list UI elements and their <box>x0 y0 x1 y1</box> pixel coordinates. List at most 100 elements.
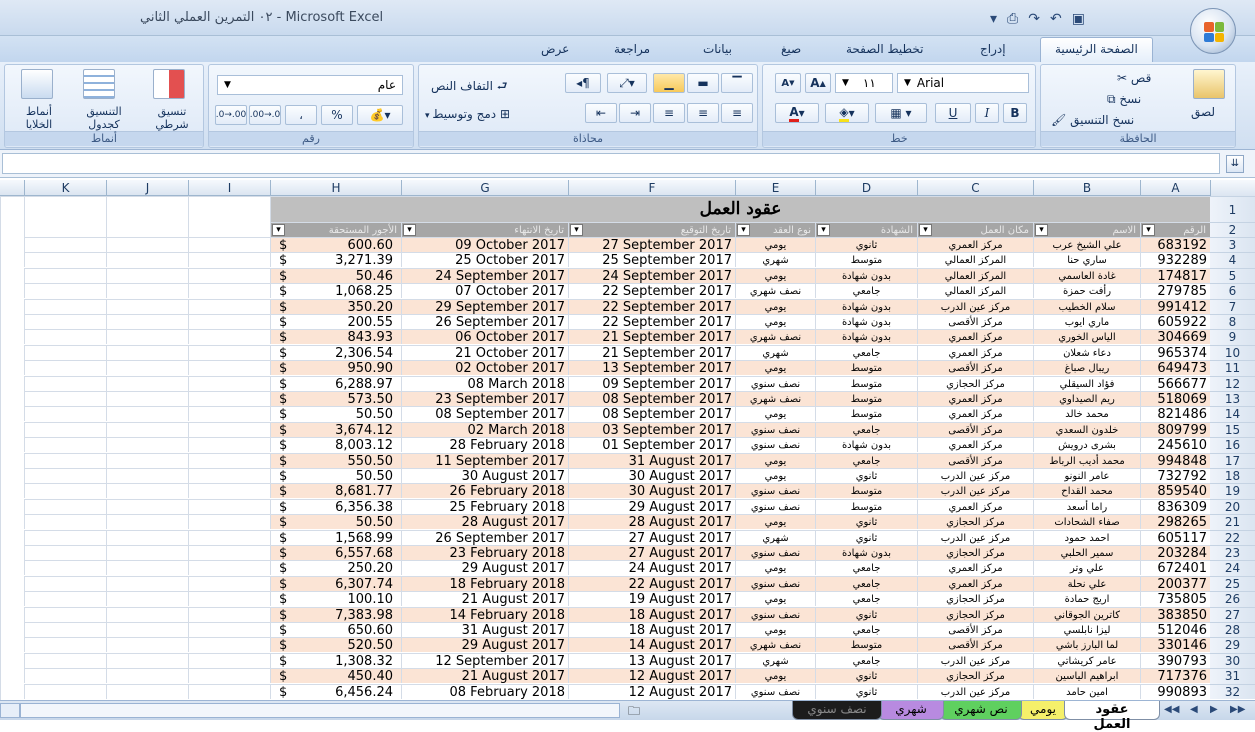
empty-cell[interactable] <box>106 483 188 499</box>
empty-cell[interactable] <box>188 452 270 468</box>
cell-place[interactable]: مركز عين الدرب <box>917 652 1033 668</box>
cell-type[interactable]: نصف سنوي <box>735 421 815 437</box>
cell-styles-button[interactable]: أنماط الخلايا <box>13 105 65 131</box>
column-header-k[interactable]: K <box>24 180 106 196</box>
cell-degree[interactable]: جامعي <box>815 560 917 576</box>
cell-place[interactable]: مركز الحجازي <box>917 606 1033 622</box>
cell-place[interactable]: مركز عين الدرب <box>917 468 1033 483</box>
filter-dropdown-icon[interactable]: ▾ <box>737 224 750 236</box>
cell-type[interactable]: نصف سنوي <box>735 375 815 391</box>
cell-id[interactable]: 200377 <box>1140 575 1210 591</box>
empty-cell[interactable] <box>106 514 188 530</box>
cell-pay[interactable]: $1,068.25 <box>270 283 401 299</box>
font-color-button[interactable]: A ▾ <box>775 103 819 123</box>
row-header[interactable]: 5 <box>1210 267 1255 284</box>
cell-sign[interactable]: 27 August 2017 <box>568 545 735 560</box>
cell-sign[interactable]: 09 September 2017 <box>568 375 735 391</box>
empty-cell[interactable] <box>106 437 188 453</box>
cell-type[interactable]: نصف سنوي <box>735 545 815 560</box>
empty-cell[interactable] <box>188 498 270 514</box>
cell-place[interactable]: مركز عين الدرب <box>917 529 1033 545</box>
cell-end[interactable]: 23 February 2018 <box>401 545 568 560</box>
cell-sign[interactable]: 24 August 2017 <box>568 560 735 576</box>
cell-name[interactable]: سمير الحلبي <box>1033 545 1140 560</box>
save-icon[interactable]: ▣ <box>1072 11 1085 27</box>
empty-cell[interactable] <box>24 344 106 360</box>
empty-cell[interactable] <box>188 283 270 299</box>
cell-place[interactable]: مركز الحجازي <box>917 591 1033 607</box>
cell-degree[interactable]: متوسط <box>815 637 917 653</box>
align-bottom-button[interactable]: ▁ <box>653 73 685 93</box>
cell-pay[interactable]: $50.50 <box>270 468 401 483</box>
empty-cell[interactable] <box>188 252 270 268</box>
tab-review[interactable]: مراجعة <box>614 42 650 56</box>
cell-end[interactable]: 21 October 2017 <box>401 344 568 360</box>
last-sheet-icon[interactable]: ◀◀ <box>1164 704 1179 715</box>
cell-end[interactable]: 18 February 2018 <box>401 575 568 591</box>
cell-sign[interactable]: 30 August 2017 <box>568 468 735 483</box>
cell-degree[interactable]: جامعي <box>815 591 917 607</box>
cell-type[interactable]: نصف شهري <box>735 637 815 653</box>
cell-sign[interactable]: 22 September 2017 <box>568 283 735 299</box>
empty-cell[interactable] <box>24 329 106 345</box>
borders-button[interactable]: ▦ ▾ <box>875 103 927 123</box>
cell-end[interactable]: 06 October 2017 <box>401 329 568 345</box>
cell-end[interactable]: 28 February 2018 <box>401 437 568 453</box>
align-top-button[interactable]: ▔ <box>721 73 753 93</box>
copy-button[interactable]: ⧉ نسخ <box>1107 92 1141 107</box>
italic-button[interactable]: I <box>975 103 999 123</box>
tab-page-layout[interactable]: تخطيط الصفحة <box>846 42 923 56</box>
cell-sign[interactable]: 30 August 2017 <box>568 483 735 499</box>
cell-pay[interactable]: $250.20 <box>270 560 401 576</box>
empty-cell[interactable] <box>106 283 188 299</box>
cell-pay[interactable]: $6,456.24 <box>270 683 401 699</box>
cell-type[interactable]: يومي <box>735 514 815 530</box>
filter-dropdown-icon[interactable]: ▾ <box>272 224 285 236</box>
empty-cell[interactable] <box>106 668 188 684</box>
empty-cell[interactable] <box>106 575 188 591</box>
empty-cell[interactable] <box>188 637 270 653</box>
empty-cell[interactable] <box>188 375 270 391</box>
cell-name[interactable]: اريج حمادة <box>1033 591 1140 607</box>
cell-type[interactable]: يومي <box>735 452 815 468</box>
cell-name[interactable]: علي نحلة <box>1033 575 1140 591</box>
paste-button[interactable]: لصق <box>1191 105 1215 119</box>
cell-place[interactable]: مركز العمري <box>917 498 1033 514</box>
empty-cell[interactable] <box>188 329 270 345</box>
cell-degree[interactable]: بدون شهادة <box>815 329 917 345</box>
cell-type[interactable]: نصف سنوي <box>735 483 815 499</box>
cell-degree[interactable]: بدون شهادة <box>815 314 917 329</box>
cell-place[interactable]: مركز الأقصى <box>917 622 1033 637</box>
row-header[interactable]: 2 <box>1210 222 1255 237</box>
cell-end[interactable]: 14 February 2018 <box>401 606 568 622</box>
empty-cell[interactable] <box>106 406 188 422</box>
empty-cell[interactable] <box>188 314 270 329</box>
align-left-button[interactable]: ≡ <box>653 103 685 123</box>
cell-degree[interactable]: ثانوي <box>815 468 917 483</box>
orientation-button[interactable]: ⤢▾ <box>607 73 647 93</box>
cell-pay[interactable]: $50.46 <box>270 267 401 283</box>
cell-name[interactable]: محمد خالد <box>1033 406 1140 422</box>
font-size-select[interactable]: ▼ ١١ <box>835 73 893 93</box>
cell-degree[interactable]: ثانوي <box>815 683 917 699</box>
cell-place[interactable]: مركز العمري <box>917 575 1033 591</box>
formula-input[interactable] <box>2 153 1220 174</box>
cell-sign[interactable]: 31 August 2017 <box>568 452 735 468</box>
cell-pay[interactable]: $7,383.98 <box>270 606 401 622</box>
cell-end[interactable]: 12 September 2017 <box>401 652 568 668</box>
empty-cell[interactable] <box>24 437 106 453</box>
empty-cell[interactable] <box>188 652 270 668</box>
cell-degree[interactable]: بدون شهادة <box>815 298 917 314</box>
column-filter-header[interactable]: ▾ نوع العقد <box>735 222 815 237</box>
cell-pay[interactable]: $550.50 <box>270 452 401 468</box>
cell-pay[interactable]: $50.50 <box>270 514 401 530</box>
empty-cell[interactable] <box>188 391 270 406</box>
cell-type[interactable]: نصف سنوي <box>735 575 815 591</box>
empty-cell[interactable] <box>188 560 270 576</box>
empty-cell[interactable] <box>106 375 188 391</box>
empty-cell[interactable] <box>106 591 188 607</box>
empty-cell[interactable] <box>24 560 106 576</box>
empty-cell[interactable] <box>188 545 270 560</box>
cell-id[interactable]: 809799 <box>1140 421 1210 437</box>
cell-end[interactable]: 21 August 2017 <box>401 591 568 607</box>
